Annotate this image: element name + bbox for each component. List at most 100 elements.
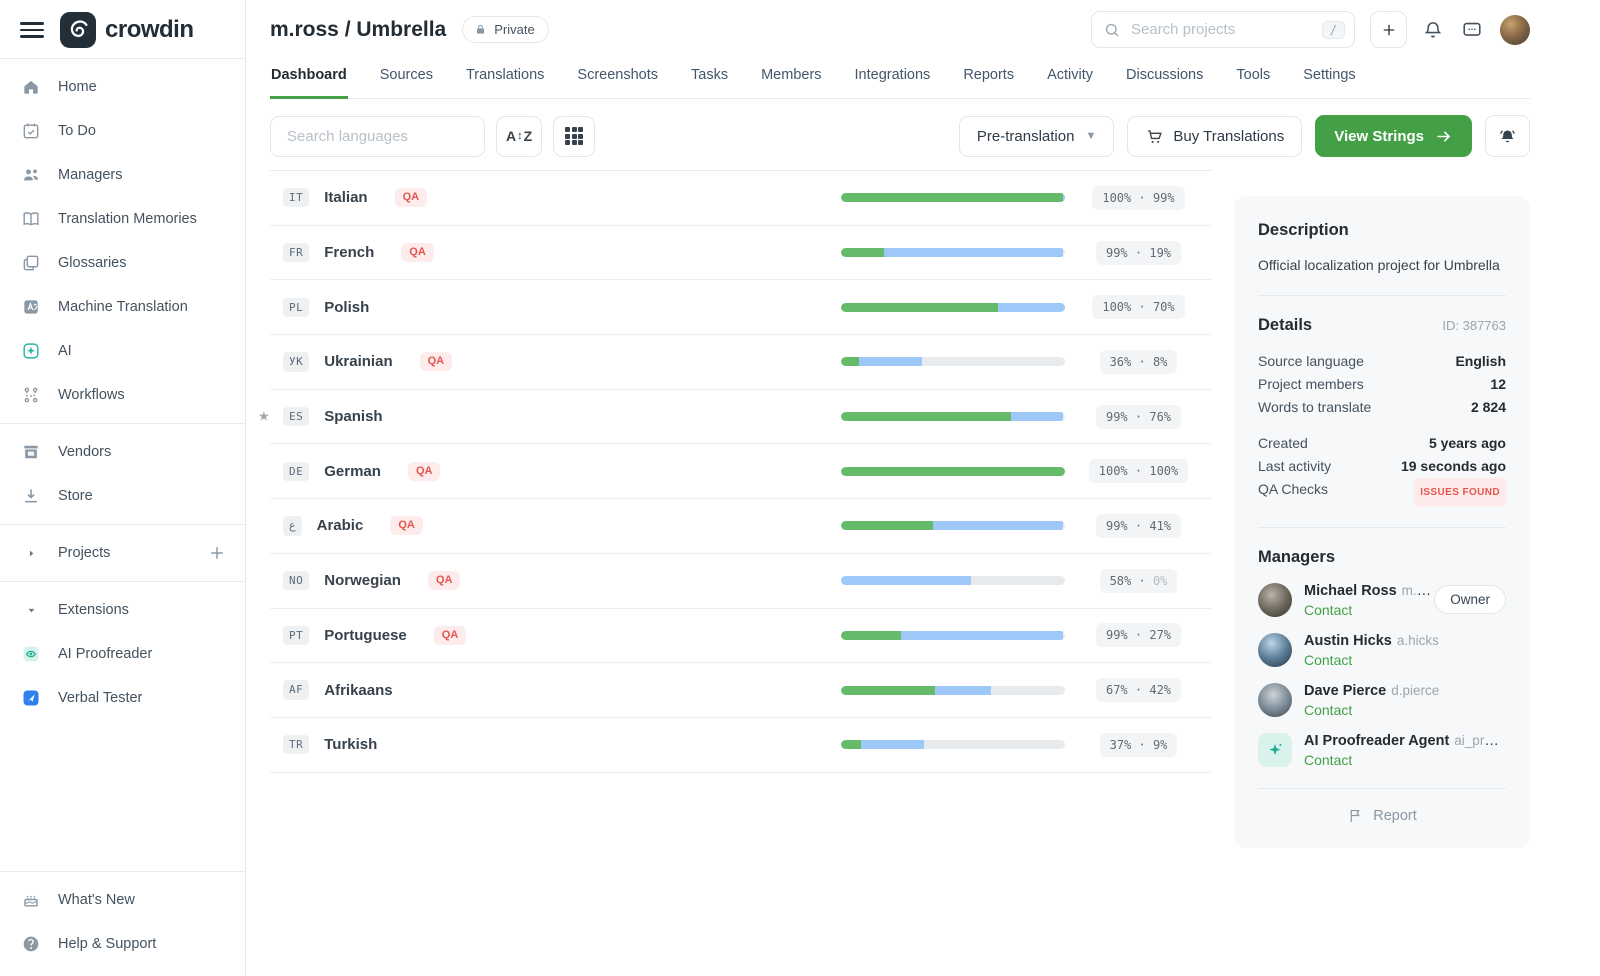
progress-translated-segment (861, 740, 924, 749)
language-code-badge: ES (283, 407, 309, 426)
manager-contact-link[interactable]: Contact (1304, 702, 1439, 718)
sidebar-item-ai-proofreader[interactable]: AI Proofreader (0, 632, 245, 676)
qa-issues-badge[interactable]: ISSUES FOUND (1414, 478, 1506, 507)
language-name: Portuguese (324, 627, 407, 644)
language-row-arabic[interactable]: ★ ع Arabic QA 99% · 41% (270, 499, 1212, 554)
pretranslation-dropdown[interactable]: Pre-translation ▼ (959, 116, 1114, 157)
sidebar-item-vendors[interactable]: Vendors (0, 430, 245, 474)
tab-reports[interactable]: Reports (962, 55, 1015, 99)
progress-bar (841, 357, 1065, 366)
tab-dashboard[interactable]: Dashboard (270, 55, 348, 99)
qa-badge[interactable]: QA (420, 352, 453, 371)
language-row-turkish[interactable]: ★ TR Turkish QA 37% · 9% (270, 718, 1212, 773)
sidebar-item-machine-translation[interactable]: Machine Translation (0, 285, 245, 329)
progress-bar (841, 521, 1065, 530)
progress-bar (841, 631, 1065, 640)
report-link[interactable]: Report (1258, 804, 1506, 830)
qa-badge[interactable]: QA (428, 571, 461, 590)
sidebar-item-label: Verbal Tester (58, 690, 142, 706)
language-row-ukrainian[interactable]: ★ УК Ukrainian QA 36% · 8% (270, 335, 1212, 390)
language-name: Spanish (324, 408, 382, 425)
tab-discussions[interactable]: Discussions (1125, 55, 1204, 99)
language-row-norwegian[interactable]: ★ NO Norwegian QA 58% · 0% (270, 554, 1212, 609)
language-row-french[interactable]: ★ FR French QA 99% · 19% (270, 226, 1212, 281)
language-search-input[interactable] (285, 127, 470, 146)
crowdin-logo[interactable]: crowdin (60, 12, 194, 48)
tab-sources[interactable]: Sources (379, 55, 434, 99)
language-name: Italian (324, 189, 367, 206)
progress-bar (841, 248, 1065, 257)
view-mode-button[interactable] (553, 116, 595, 157)
manager-contact-link[interactable]: Contact (1304, 602, 1434, 618)
tab-tools[interactable]: Tools (1235, 55, 1271, 99)
tab-translations[interactable]: Translations (465, 55, 545, 99)
caret-right-icon[interactable] (21, 548, 41, 559)
menu-toggle-icon[interactable] (20, 18, 44, 42)
user-avatar[interactable] (1500, 15, 1530, 45)
detail-row-words-to-translate: Words to translate 2 824 (1258, 396, 1506, 419)
progress-bar (841, 686, 1065, 695)
chat-icon (1461, 19, 1483, 41)
view-strings-button[interactable]: View Strings (1315, 115, 1472, 157)
tab-activity[interactable]: Activity (1046, 55, 1094, 99)
tab-integrations[interactable]: Integrations (854, 55, 932, 99)
detail-row-project-members: Project members 12 (1258, 373, 1506, 396)
manager-contact-link[interactable]: Contact (1304, 752, 1506, 768)
tab-members[interactable]: Members (760, 55, 822, 99)
progress-translated-segment (841, 576, 971, 585)
language-row-polish[interactable]: ★ PL Polish QA 100% · 70% (270, 280, 1212, 335)
manager-contact-link[interactable]: Contact (1304, 652, 1439, 668)
qa-badge[interactable]: QA (395, 188, 428, 207)
sidebar-item-extensions[interactable]: Extensions (0, 588, 245, 632)
language-row-italian[interactable]: ★ IT Italian QA 100% · 99% (270, 171, 1212, 226)
sidebar-item-what-s-new[interactable]: What's New (0, 878, 245, 922)
qa-badge[interactable]: QA (434, 626, 467, 645)
qa-checks-label: QA Checks (1258, 478, 1328, 507)
tab-settings[interactable]: Settings (1302, 55, 1356, 99)
create-project-button[interactable] (1370, 11, 1407, 48)
owner-badge: Owner (1434, 585, 1506, 614)
sidebar-item-verbal-tester[interactable]: Verbal Tester (0, 676, 245, 720)
language-code-badge: УК (283, 352, 309, 371)
detail-value: 5 years ago (1429, 432, 1506, 455)
private-badge: Private (462, 16, 548, 43)
language-row-spanish[interactable]: ★ ES Spanish QA 99% · 76% (270, 390, 1212, 445)
sidebar-item-help-support[interactable]: Help & Support (0, 922, 245, 966)
sidebar-item-to-do[interactable]: To Do (0, 109, 245, 153)
tab-tasks[interactable]: Tasks (690, 55, 729, 99)
language-row-portuguese[interactable]: ★ PT Portuguese QA 99% · 27% (270, 609, 1212, 664)
flag-icon (1347, 807, 1364, 824)
detail-value: 2 824 (1471, 396, 1506, 419)
qa-badge[interactable]: QA (408, 462, 441, 481)
sidebar-item-ai[interactable]: AI (0, 329, 245, 373)
language-row-german[interactable]: ★ DE German QA 100% · 100% (270, 444, 1212, 499)
detail-value: 19 seconds ago (1401, 455, 1506, 478)
plus-icon (1380, 21, 1398, 39)
buy-translations-button[interactable]: Buy Translations (1127, 116, 1302, 157)
sidebar-item-glossaries[interactable]: Glossaries (0, 241, 245, 285)
messages-button[interactable] (1461, 18, 1485, 42)
progress-translated-segment (998, 303, 1065, 312)
notifications-button[interactable] (1422, 18, 1446, 42)
caret-down-icon[interactable] (21, 605, 41, 616)
add-project-button[interactable] (207, 543, 227, 563)
language-code-badge: FR (283, 243, 309, 262)
sidebar-item-label: Machine Translation (58, 299, 188, 315)
tab-screenshots[interactable]: Screenshots (576, 55, 659, 99)
language-search[interactable] (270, 116, 485, 157)
sidebar-item-translation-memories[interactable]: Translation Memories (0, 197, 245, 241)
language-row-afrikaans[interactable]: ★ AF Afrikaans QA 67% · 42% (270, 663, 1212, 718)
project-search[interactable]: / (1091, 11, 1355, 48)
sidebar-item-managers[interactable]: Managers (0, 153, 245, 197)
alerts-button[interactable] (1485, 115, 1530, 157)
project-search-input[interactable] (1129, 20, 1314, 39)
bell-ring-icon (1498, 127, 1517, 146)
sidebar-item-projects[interactable]: Projects (0, 531, 245, 575)
sidebar-item-home[interactable]: Home (0, 65, 245, 109)
sidebar-item-store[interactable]: Store (0, 474, 245, 518)
qa-badge[interactable]: QA (401, 243, 434, 262)
sort-languages-button[interactable]: A↕Z (496, 116, 542, 157)
sidebar-item-workflows[interactable]: Workflows (0, 373, 245, 417)
favorite-star-icon[interactable]: ★ (258, 408, 270, 424)
qa-badge[interactable]: QA (390, 516, 423, 535)
